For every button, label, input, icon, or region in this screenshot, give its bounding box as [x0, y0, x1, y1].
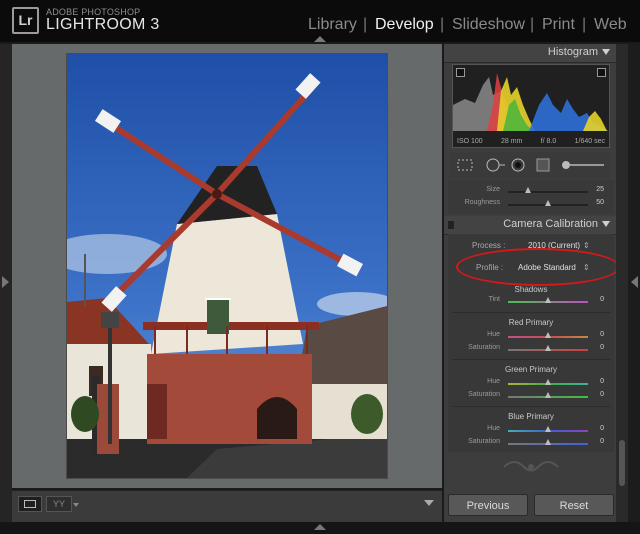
slider-knob[interactable] — [545, 297, 551, 303]
camera-calibration-title: Camera Calibration — [503, 218, 598, 230]
module-separator: | — [440, 16, 445, 33]
size-slider[interactable]: Size 25 — [450, 186, 610, 198]
slider-track — [508, 191, 588, 193]
slider-label: Hue — [487, 425, 500, 432]
panel-end-ornament-icon — [503, 461, 559, 472]
slider-value: 0 — [600, 391, 604, 398]
slider-value: 0 — [600, 296, 604, 303]
dropdown-arrows-icon: ⇕ — [583, 241, 590, 250]
right-panel-toggle-icon[interactable] — [631, 276, 638, 288]
slider-knob[interactable] — [545, 332, 551, 338]
module-tab-web[interactable]: Web — [594, 16, 627, 34]
slider-value: 50 — [596, 199, 604, 206]
histogram-title: Histogram — [547, 46, 598, 58]
histogram-graph: ISO 100 28 mm f/ 8.0 1/640 sec — [452, 64, 610, 148]
slider-knob[interactable] — [545, 426, 551, 432]
slider-value: 0 — [600, 425, 604, 432]
slider-value: 0 — [600, 378, 604, 385]
slider-knob[interactable] — [545, 379, 551, 385]
slider-label: Saturation — [468, 391, 500, 398]
camera-calibration-header[interactable]: Camera Calibration — [444, 216, 616, 235]
exif-info: ISO 100 28 mm f/ 8.0 1/640 sec — [453, 138, 609, 145]
collapse-triangle-icon — [602, 49, 610, 55]
adjustment-brush-icon[interactable] — [560, 158, 606, 172]
module-separator: | — [530, 16, 535, 33]
section-divider — [452, 406, 610, 407]
module-separator: | — [363, 16, 368, 33]
slider-value: 25 — [596, 186, 604, 193]
slider-value: 0 — [600, 331, 604, 338]
blue-primary-section-title: Blue Primary — [508, 412, 554, 421]
module-tab-library[interactable]: Library — [308, 16, 357, 34]
view-options-chevron-icon[interactable] — [73, 503, 79, 507]
slider-label: Hue — [487, 331, 500, 338]
red-saturation-slider[interactable]: Saturation 0 — [450, 344, 610, 356]
green-hue-slider[interactable]: Hue 0 — [450, 378, 610, 390]
brand-title: LIGHTROOM 3 — [46, 16, 160, 33]
crop-icon[interactable] — [456, 158, 474, 172]
red-eye-icon[interactable] — [510, 158, 526, 172]
shutter-speed-value: 1/640 sec — [574, 138, 605, 145]
slider-label: Tint — [488, 296, 500, 303]
previous-button[interactable]: Previous — [448, 494, 528, 516]
iso-value: ISO 100 — [457, 138, 483, 145]
module-separator: | — [582, 16, 587, 33]
shadows-section-title: Shadows — [514, 285, 548, 294]
red-primary-section-title: Red Primary — [508, 318, 554, 327]
histogram-header[interactable]: Histogram — [444, 44, 616, 63]
slider-label: Saturation — [468, 344, 500, 351]
section-divider — [452, 359, 610, 360]
before-after-icon[interactable]: YY — [46, 496, 72, 512]
focal-length-value: 28 mm — [501, 138, 523, 145]
slider-knob[interactable] — [545, 439, 551, 445]
toolbar-menu-chevron-icon[interactable] — [424, 500, 434, 506]
top-panel-toggle-icon[interactable] — [314, 36, 326, 42]
histogram-curve — [453, 73, 609, 131]
green-saturation-slider[interactable]: Saturation 0 — [450, 391, 610, 403]
shadow-clipping-toggle[interactable] — [456, 68, 465, 77]
module-tab-print[interactable]: Print — [542, 16, 575, 34]
highlight-clipping-toggle[interactable] — [597, 68, 606, 77]
red-hue-slider[interactable]: Hue 0 — [450, 331, 610, 343]
loupe-view-icon[interactable] — [18, 496, 42, 512]
spot-removal-icon[interactable] — [484, 158, 506, 172]
slider-knob[interactable] — [525, 187, 531, 193]
green-primary-section-title: Green Primary — [504, 365, 557, 374]
slider-knob[interactable] — [545, 392, 551, 398]
windmill-photo — [67, 54, 387, 478]
annotation-ellipse — [456, 248, 620, 286]
lightroom-logo: Lr — [12, 7, 39, 34]
blue-hue-slider[interactable]: Hue 0 — [450, 425, 610, 437]
left-panel-toggle-icon[interactable] — [2, 276, 9, 288]
blue-saturation-slider[interactable]: Saturation 0 — [450, 438, 610, 450]
slider-label: Hue — [487, 378, 500, 385]
shadows-tint-slider[interactable]: Tint 0 — [450, 296, 610, 308]
reset-button[interactable]: Reset — [534, 494, 614, 516]
scrollbar-thumb[interactable] — [619, 440, 625, 486]
aperture-value: f/ 8.0 — [540, 138, 557, 145]
module-tab-develop[interactable]: Develop — [375, 16, 434, 34]
slider-value: 0 — [600, 344, 604, 351]
slider-knob[interactable] — [545, 200, 551, 206]
slider-label: Roughness — [464, 199, 500, 206]
module-tab-slideshow[interactable]: Slideshow — [452, 16, 525, 34]
collapse-triangle-icon — [602, 221, 610, 227]
slider-label: Size — [486, 186, 500, 193]
slider-knob[interactable] — [545, 345, 551, 351]
bottom-panel-toggle-icon[interactable] — [314, 524, 326, 530]
process-label: Process : — [472, 241, 506, 250]
roughness-slider[interactable]: Roughness 50 — [450, 199, 610, 211]
slider-value: 0 — [600, 438, 604, 445]
slider-label: Saturation — [468, 438, 500, 445]
graduated-filter-icon[interactable] — [536, 158, 550, 172]
section-divider — [452, 312, 610, 313]
panel-switch-icon[interactable] — [448, 221, 454, 229]
